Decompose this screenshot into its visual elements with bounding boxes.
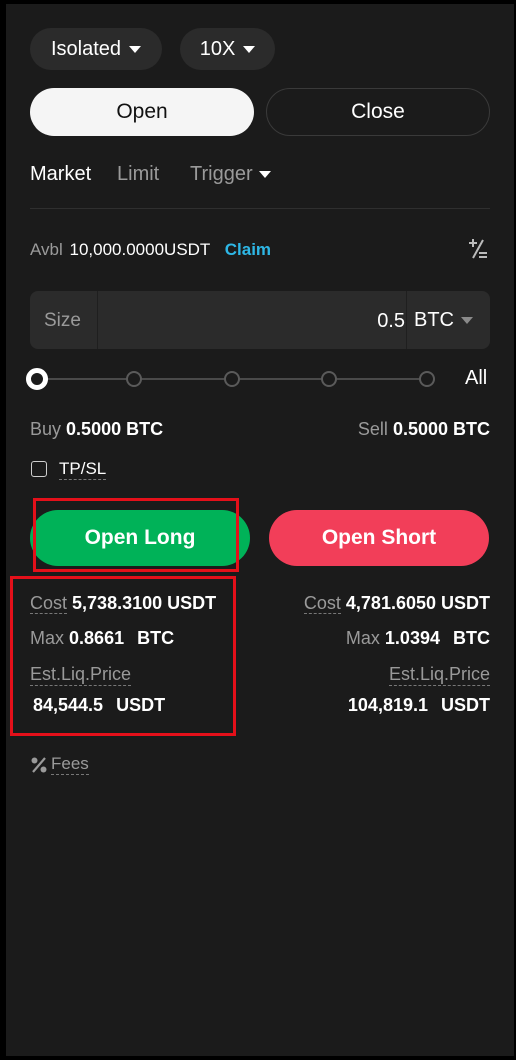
highlight-box-open-long <box>33 498 239 572</box>
tabs-divider <box>30 208 490 209</box>
highlight-box-long-info <box>10 576 236 736</box>
short-max-label: Max <box>345 628 380 648</box>
short-cost: Cost 4,781.6050 USDT <box>303 593 490 614</box>
tpsl-checkbox[interactable] <box>31 461 47 477</box>
tab-market-label: Market <box>30 163 92 185</box>
size-value[interactable]: 0.5 <box>377 310 405 333</box>
tab-trigger[interactable]: Trigger <box>190 163 271 186</box>
short-max-value: 1.0394 <box>384 628 440 648</box>
short-liq-label: Est.Liq.Price <box>388 664 490 686</box>
slider-node-25[interactable] <box>126 371 142 387</box>
short-cost-label: Cost <box>303 593 341 614</box>
tab-market[interactable]: Market <box>30 163 91 186</box>
sell-amount: Sell 0.5000 BTC <box>358 419 490 440</box>
available-value: 10,000.0000USDT <box>69 240 211 259</box>
open-short-label: Open Short <box>321 526 437 549</box>
buy-label: Buy <box>30 419 62 439</box>
short-cost-value: 4,781.6050 USDT <box>345 593 490 613</box>
size-label: Size <box>44 310 81 331</box>
tab-trigger-label: Trigger <box>190 163 253 185</box>
size-unit-label: BTC <box>414 309 454 331</box>
open-short-button[interactable]: Open Short <box>269 510 489 566</box>
sell-value: 0.5000 BTC <box>392 419 490 439</box>
chevron-down-icon <box>258 171 271 178</box>
sell-label: Sell <box>357 419 388 439</box>
open-tab-label: Open <box>116 100 168 123</box>
percent-icon <box>30 756 48 774</box>
tab-limit-label: Limit <box>117 163 160 185</box>
size-divider <box>97 291 98 349</box>
margin-mode-label: Isolated <box>50 37 122 60</box>
claim-link[interactable]: Claim <box>225 240 271 259</box>
chevron-down-icon <box>461 317 473 324</box>
buy-amount: Buy 0.5000 BTC <box>30 419 163 440</box>
fees-link[interactable]: Fees <box>30 754 89 775</box>
fees-label: Fees <box>51 754 89 775</box>
margin-mode-dropdown[interactable]: Isolated <box>30 28 162 70</box>
short-liq-value: 104,819.1 <box>347 695 428 715</box>
slider-node-75[interactable] <box>321 371 337 387</box>
slider-handle[interactable] <box>26 368 48 390</box>
buy-value: 0.5000 BTC <box>66 419 164 439</box>
open-tab[interactable]: Open <box>30 88 254 136</box>
slider-node-50[interactable] <box>224 371 240 387</box>
short-max-unit: BTC <box>453 628 490 648</box>
available-label: Avbl <box>30 240 63 259</box>
tpsl-label[interactable]: TP/SL <box>59 459 107 480</box>
short-liq: 104,819.1 USDT <box>348 695 490 716</box>
transfer-icon[interactable] <box>467 238 489 260</box>
close-tab-label: Close <box>351 100 405 123</box>
short-liq-unit: USDT <box>441 695 490 715</box>
leverage-label: 10X <box>199 37 236 60</box>
short-max: Max 1.0394 BTC <box>346 628 490 649</box>
chevron-down-icon <box>243 45 256 53</box>
slider-all-label[interactable]: All <box>465 367 487 390</box>
tab-limit[interactable]: Limit <box>117 163 159 186</box>
close-tab[interactable]: Close <box>266 88 490 136</box>
unit-divider <box>406 291 407 349</box>
available-row: Avbl 10,000.0000USDT Claim <box>30 240 271 260</box>
leverage-dropdown[interactable]: 10X <box>180 28 275 70</box>
slider-node-100[interactable] <box>419 371 435 387</box>
size-unit-dropdown[interactable]: BTC <box>414 309 473 332</box>
chevron-down-icon <box>129 45 142 53</box>
